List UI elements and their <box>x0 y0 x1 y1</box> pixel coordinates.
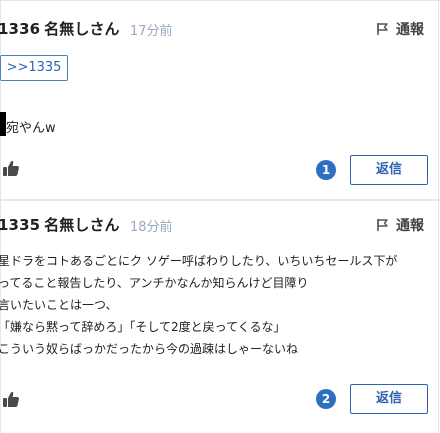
comment-line: 言いたいことは一つ、 <box>0 298 118 312</box>
comment-line: ってること報告したり、アンチかなんか知らんけど目障り <box>0 276 309 290</box>
right-border <box>438 0 439 433</box>
comment-author: 1335 名無しさん <box>0 214 120 235</box>
comment-time: 18分前 <box>130 220 173 235</box>
report-button[interactable]: 通報 <box>376 215 424 235</box>
comment-line: 星ドラをコトあるごとにク ソゲー呼ばわりしたり、いちいちセールス下が <box>0 254 398 268</box>
comment-number: 1336 <box>0 20 41 38</box>
reply-button[interactable]: 返信 <box>350 155 428 185</box>
comment-body: 星ドラをコトあるごとにク ソゲー呼ばわりしたり、いちいちセールス下が ってること… <box>0 250 397 360</box>
comment-body: 宛やんw <box>6 121 56 136</box>
comment-1335: 1335 名無しさん 18分前 通報 星ドラをコトあるごとにク ソゲー呼ばわりした… <box>0 201 438 433</box>
comment-number: 1335 <box>0 216 41 234</box>
anchor-link[interactable]: >>1335 <box>0 55 68 81</box>
reply-count-badge: 2 <box>316 389 336 409</box>
thumbs-up-icon[interactable] <box>2 390 20 412</box>
comment-line: 「嫌なら黙って辞めろ」「そして2度と戻ってくるな」 <box>0 320 286 334</box>
flag-icon <box>376 218 390 232</box>
report-button[interactable]: 通報 <box>376 19 424 39</box>
comment-author: 1336 名無しさん <box>0 18 120 39</box>
comment-line: こういう奴らばっかだったから今の過疎はしゃーないね <box>0 342 299 356</box>
thumbs-up-icon[interactable] <box>2 159 20 181</box>
reply-count-badge: 1 <box>316 160 336 180</box>
report-label: 通報 <box>396 218 424 234</box>
comment-header: 1335 名無しさん 18分前 通報 <box>0 214 438 235</box>
comment-name: 名無しさん <box>44 216 120 234</box>
comment-1336: 1336 名無しさん 17分前 通報 >>1335 宛やんw 1 返信 <box>0 0 438 199</box>
flag-icon <box>376 22 390 36</box>
reply-button[interactable]: 返信 <box>350 384 428 414</box>
comment-name: 名無しさん <box>44 20 120 38</box>
report-label: 通報 <box>396 22 424 38</box>
comment-time: 17分前 <box>130 24 173 39</box>
comment-header: 1336 名無しさん 17分前 通報 <box>0 18 438 39</box>
